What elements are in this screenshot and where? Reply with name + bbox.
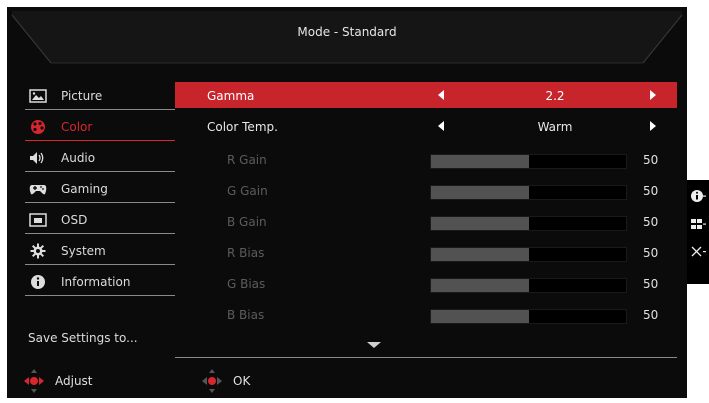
color-palette-icon bbox=[29, 120, 47, 134]
grid-icon[interactable] bbox=[690, 216, 706, 232]
slider-value: 50 bbox=[643, 153, 659, 167]
slider-value: 50 bbox=[643, 215, 659, 229]
g-gain-row: G Gain 50 bbox=[175, 177, 677, 203]
gear-icon bbox=[29, 243, 47, 259]
sidebar-item-picture[interactable]: Picture bbox=[25, 83, 175, 110]
sidebar-item-information[interactable]: Information bbox=[25, 269, 175, 296]
r-gain-slider bbox=[430, 154, 627, 169]
b-gain-slider bbox=[430, 216, 627, 231]
color-temp-label: Color Temp. bbox=[207, 120, 278, 134]
slider-value: 50 bbox=[643, 184, 659, 198]
sidebar-item-osd[interactable]: OSD bbox=[25, 207, 175, 234]
ok-hint: OK bbox=[201, 368, 250, 394]
info-icon bbox=[29, 275, 47, 289]
b-bias-slider bbox=[430, 309, 627, 324]
sidebar-item-audio[interactable]: Audio bbox=[25, 145, 175, 172]
close-icon[interactable] bbox=[690, 244, 706, 260]
gamma-value: 2.2 bbox=[545, 89, 565, 103]
joystick-ok-icon bbox=[201, 368, 223, 394]
b-gain-row: B Gain 50 bbox=[175, 208, 677, 234]
mode-title: Mode - Standard bbox=[297, 25, 397, 39]
slider-label: B Gain bbox=[227, 215, 267, 229]
slider-label: G Bias bbox=[227, 277, 266, 291]
color-temp-row[interactable]: Color Temp. Warm bbox=[175, 113, 677, 139]
picture-icon bbox=[29, 89, 47, 103]
slider-label: G Gain bbox=[227, 184, 268, 198]
sidebar-item-label: System bbox=[61, 244, 106, 258]
sidebar-item-label: OSD bbox=[61, 213, 88, 227]
osd-window-icon bbox=[29, 213, 47, 227]
divider bbox=[175, 357, 677, 358]
arrow-left-icon[interactable] bbox=[438, 90, 444, 100]
save-settings-item[interactable]: Save Settings to... bbox=[28, 331, 138, 345]
arrow-right-icon[interactable] bbox=[650, 121, 656, 131]
slider-label: R Gain bbox=[227, 153, 267, 167]
r-bias-slider bbox=[430, 247, 627, 262]
sidebar-item-color[interactable]: Color bbox=[25, 114, 175, 141]
arrow-left-icon[interactable] bbox=[438, 121, 444, 131]
slider-value: 50 bbox=[643, 246, 659, 260]
adjust-label: Adjust bbox=[55, 374, 93, 388]
slider-value: 50 bbox=[643, 308, 659, 322]
sidebar-item-system[interactable]: System bbox=[25, 238, 175, 265]
gamma-row[interactable]: Gamma 2.2 bbox=[175, 82, 677, 108]
g-bias-row: G Bias 50 bbox=[175, 270, 677, 296]
joystick-adjust-icon bbox=[23, 368, 45, 394]
speaker-icon bbox=[29, 151, 47, 165]
g-gain-slider bbox=[430, 185, 627, 200]
slider-fill bbox=[431, 248, 529, 261]
slider-label: B Bias bbox=[227, 308, 265, 322]
osd-menu: Mode - Standard Picture Color Audio Gami… bbox=[7, 7, 687, 398]
info-icon[interactable] bbox=[690, 188, 706, 204]
adjust-hint: Adjust bbox=[23, 368, 93, 394]
osd-header: Mode - Standard bbox=[7, 7, 687, 67]
slider-fill bbox=[431, 217, 529, 230]
sidebar-item-label: Color bbox=[61, 120, 93, 134]
sidebar-item-label: Picture bbox=[61, 89, 103, 103]
slider-fill bbox=[431, 310, 529, 323]
r-bias-row: R Bias 50 bbox=[175, 239, 677, 265]
g-bias-slider bbox=[430, 278, 627, 293]
b-bias-row: B Bias 50 bbox=[175, 301, 677, 327]
slider-fill bbox=[431, 155, 529, 168]
sidebar-item-label: Gaming bbox=[61, 182, 108, 196]
scroll-down-icon[interactable] bbox=[367, 342, 381, 348]
arrow-right-icon[interactable] bbox=[650, 90, 656, 100]
sidebar-item-label: Information bbox=[61, 275, 131, 289]
gamma-label: Gamma bbox=[207, 89, 255, 103]
slider-value: 50 bbox=[643, 277, 659, 291]
slider-label: R Bias bbox=[227, 246, 265, 260]
sidebar-item-gaming[interactable]: Gaming bbox=[25, 176, 175, 203]
slider-fill bbox=[431, 279, 529, 292]
ok-label: OK bbox=[233, 374, 251, 388]
gamepad-icon bbox=[29, 182, 47, 196]
hotkey-panel bbox=[687, 180, 709, 284]
sidebar-item-label: Audio bbox=[61, 151, 96, 165]
color-temp-value: Warm bbox=[537, 120, 573, 134]
r-gain-row: R Gain 50 bbox=[175, 146, 677, 172]
slider-fill bbox=[431, 186, 529, 199]
